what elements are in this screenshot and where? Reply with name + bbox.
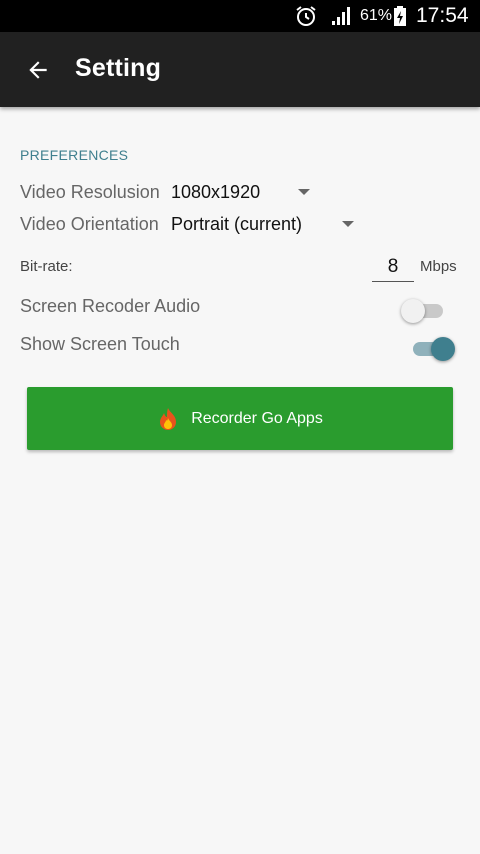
toggle-thumb	[431, 337, 455, 361]
clock-time: 17:54	[416, 4, 469, 27]
bitrate-input[interactable]	[372, 253, 414, 282]
signal-icon	[330, 0, 352, 32]
recorder-go-apps-button[interactable]: Recorder Go Apps	[27, 387, 453, 450]
screen-recorder-audio-toggle[interactable]	[401, 296, 451, 326]
battery-percent: 61%	[360, 7, 393, 24]
video-orientation-dropdown[interactable]: Portrait (current)	[168, 210, 363, 238]
recorder-go-apps-label: Recorder Go Apps	[191, 409, 323, 427]
chevron-down-icon	[298, 189, 310, 195]
video-resolution-dropdown[interactable]: 1080x1920	[168, 178, 318, 206]
video-orientation-label: Video Orientation	[20, 214, 159, 234]
bitrate-unit: Mbps	[420, 258, 457, 275]
alarm-icon	[294, 0, 318, 32]
arrow-left-icon	[29, 61, 47, 79]
chevron-down-icon	[342, 221, 354, 227]
video-resolution-value: 1080x1920	[171, 182, 261, 202]
status-bar: 61% 17:54	[0, 0, 480, 32]
show-screen-touch-label: Show Screen Touch	[20, 334, 180, 354]
app-bar: Setting	[0, 32, 480, 107]
battery-charging-icon	[393, 0, 407, 32]
video-orientation-value: Portrait (current)	[171, 214, 303, 234]
bitrate-label: Bit-rate:	[20, 258, 73, 275]
fire-icon	[157, 407, 179, 431]
page-title: Setting	[75, 54, 162, 82]
back-button[interactable]	[20, 52, 56, 88]
screen-recorder-audio-label: Screen Recoder Audio	[20, 296, 201, 316]
toggle-thumb	[401, 299, 425, 323]
video-resolution-label: Video Resolusion	[20, 182, 160, 202]
preferences-header: PREFERENCES	[20, 147, 129, 163]
show-screen-touch-toggle[interactable]	[409, 334, 459, 364]
